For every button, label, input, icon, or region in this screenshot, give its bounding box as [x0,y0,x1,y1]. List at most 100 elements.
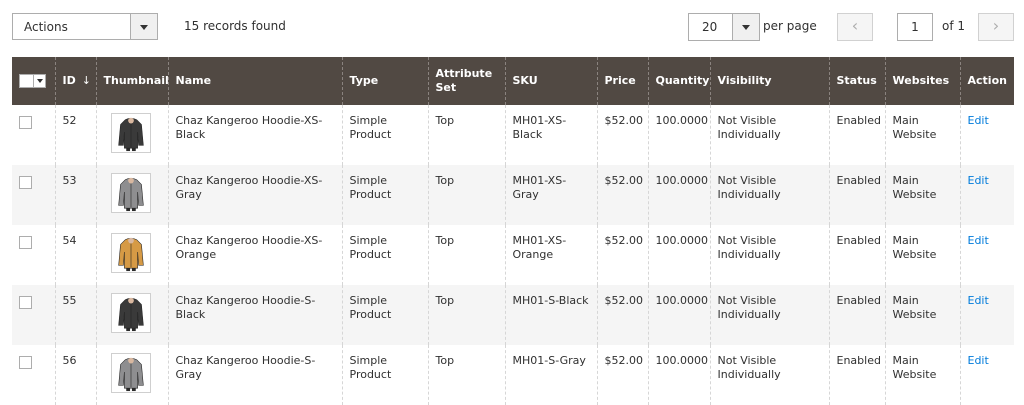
edit-link[interactable]: Edit [968,174,989,187]
column-header-thumbnail: Thumbnail [95,57,169,105]
table-row[interactable]: 54 Chaz Kangeroo Hoodie-XS-Orange Simple… [12,225,1014,285]
actions-dropdown[interactable]: Actions [12,13,158,40]
cell-thumbnail [95,225,168,285]
previous-page-button[interactable]: ‹ [837,13,873,41]
product-thumbnail[interactable] [110,293,151,333]
cell-visibility: Not Visible Individually [709,285,829,345]
row-select-cell [12,165,55,225]
column-header-price[interactable]: Price [596,57,648,105]
mass-select-dropdown[interactable] [19,74,46,88]
column-header-id[interactable]: ID ↓ [54,57,96,105]
cell-type: Simple Product [341,285,428,345]
cell-id: 53 [54,165,96,225]
cell-thumbnail [95,285,168,345]
row-select-cell [12,285,55,345]
row-select-checkbox[interactable] [19,296,32,309]
records-found-count: 15 records found [184,19,286,33]
row-select-checkbox[interactable] [19,356,32,369]
cell-sku: MH01-XS-Orange [504,225,597,285]
cell-sku: MH01-S-Gray [504,345,597,405]
cell-sku: MH01-XS-Gray [504,165,597,225]
row-select-cell [12,105,55,165]
column-header-quantity[interactable]: Quantity [647,57,710,105]
cell-price: $52.00 [596,105,648,165]
cell-quantity: 100.0000 [647,105,710,165]
column-header-websites[interactable]: Websites [884,57,960,105]
caret-down-icon [742,25,750,30]
total-pages-label: of 1 [942,19,966,33]
column-header-name[interactable]: Name [167,57,342,105]
cell-name: Chaz Kangeroo Hoodie-XS-Orange [167,225,342,285]
actions-dropdown-toggle[interactable] [130,14,157,39]
cell-price: $52.00 [596,345,648,405]
chevron-right-icon: › [992,16,1000,35]
cell-attribute-set: Top [427,165,505,225]
cell-action: Edit [959,345,1014,405]
mass-select-header[interactable] [12,57,55,105]
cell-action: Edit [959,165,1014,225]
cell-websites: Main Website [884,345,960,405]
row-select-checkbox[interactable] [19,236,32,249]
cell-attribute-set: Top [427,225,505,285]
edit-link[interactable]: Edit [968,114,989,127]
edit-link[interactable]: Edit [968,294,989,307]
column-header-sku[interactable]: SKU [504,57,597,105]
cell-status: Enabled [828,225,885,285]
row-select-checkbox[interactable] [19,116,32,129]
table-row[interactable]: 52 Chaz Kangeroo Hoodie-XS-Black Simple … [12,105,1014,165]
cell-sku: MH01-S-Black [504,285,597,345]
grid-header-row: ID ↓ Thumbnail Name Type Attribute Set SK… [12,57,1014,105]
grid-toolbar: Actions 15 records found 20 per page ‹ 1… [0,0,1024,57]
products-grid: ID ↓ Thumbnail Name Type Attribute Set SK… [12,57,1014,405]
row-select-cell [12,225,55,285]
per-page-label: per page [763,19,817,33]
column-header-attribute-set[interactable]: Attribute Set [427,57,505,105]
cell-action: Edit [959,105,1014,165]
table-row[interactable]: 56 Chaz Kangeroo Hoodie-S-Gray Simple Pr… [12,345,1014,405]
product-thumbnail[interactable] [110,353,151,393]
next-page-button[interactable]: › [978,13,1014,41]
cell-name: Chaz Kangeroo Hoodie-S-Gray [167,345,342,405]
product-thumbnail[interactable] [110,233,151,273]
edit-link[interactable]: Edit [968,354,989,367]
cell-websites: Main Website [884,225,960,285]
table-row[interactable]: 53 Chaz Kangeroo Hoodie-XS-Gray Simple P… [12,165,1014,225]
cell-id: 54 [54,225,96,285]
cell-attribute-set: Top [427,345,505,405]
cell-websites: Main Website [884,285,960,345]
cell-name: Chaz Kangeroo Hoodie-XS-Black [167,105,342,165]
cell-sku: MH01-XS-Black [504,105,597,165]
cell-id: 52 [54,105,96,165]
cell-quantity: 100.0000 [647,225,710,285]
cell-status: Enabled [828,105,885,165]
cell-websites: Main Website [884,165,960,225]
cell-quantity: 100.0000 [647,165,710,225]
cell-status: Enabled [828,165,885,225]
cell-attribute-set: Top [427,105,505,165]
sort-descending-icon: ↓ [81,74,91,87]
cell-type: Simple Product [341,345,428,405]
cell-type: Simple Product [341,165,428,225]
product-thumbnail[interactable] [110,173,151,213]
per-page-toggle[interactable] [732,14,759,40]
cell-websites: Main Website [884,105,960,165]
table-row[interactable]: 55 Chaz Kangeroo Hoodie-S-Black Simple P… [12,285,1014,345]
cell-name: Chaz Kangeroo Hoodie-S-Black [167,285,342,345]
column-header-type[interactable]: Type [341,57,428,105]
chevron-left-icon: ‹ [851,16,859,35]
row-select-checkbox[interactable] [19,176,32,189]
per-page-select[interactable]: 20 [688,13,760,41]
cell-quantity: 100.0000 [647,345,710,405]
product-thumbnail[interactable] [110,113,151,153]
edit-link[interactable]: Edit [968,234,989,247]
column-header-id-label: ID [62,74,76,87]
cell-thumbnail [95,165,168,225]
cell-visibility: Not Visible Individually [709,225,829,285]
cell-type: Simple Product [341,225,428,285]
current-page-input[interactable]: 1 [897,13,933,41]
row-select-cell [12,345,55,405]
column-header-visibility[interactable]: Visibility [709,57,829,105]
column-header-status[interactable]: Status [828,57,885,105]
caret-down-icon [37,79,43,83]
cell-action: Edit [959,285,1014,345]
